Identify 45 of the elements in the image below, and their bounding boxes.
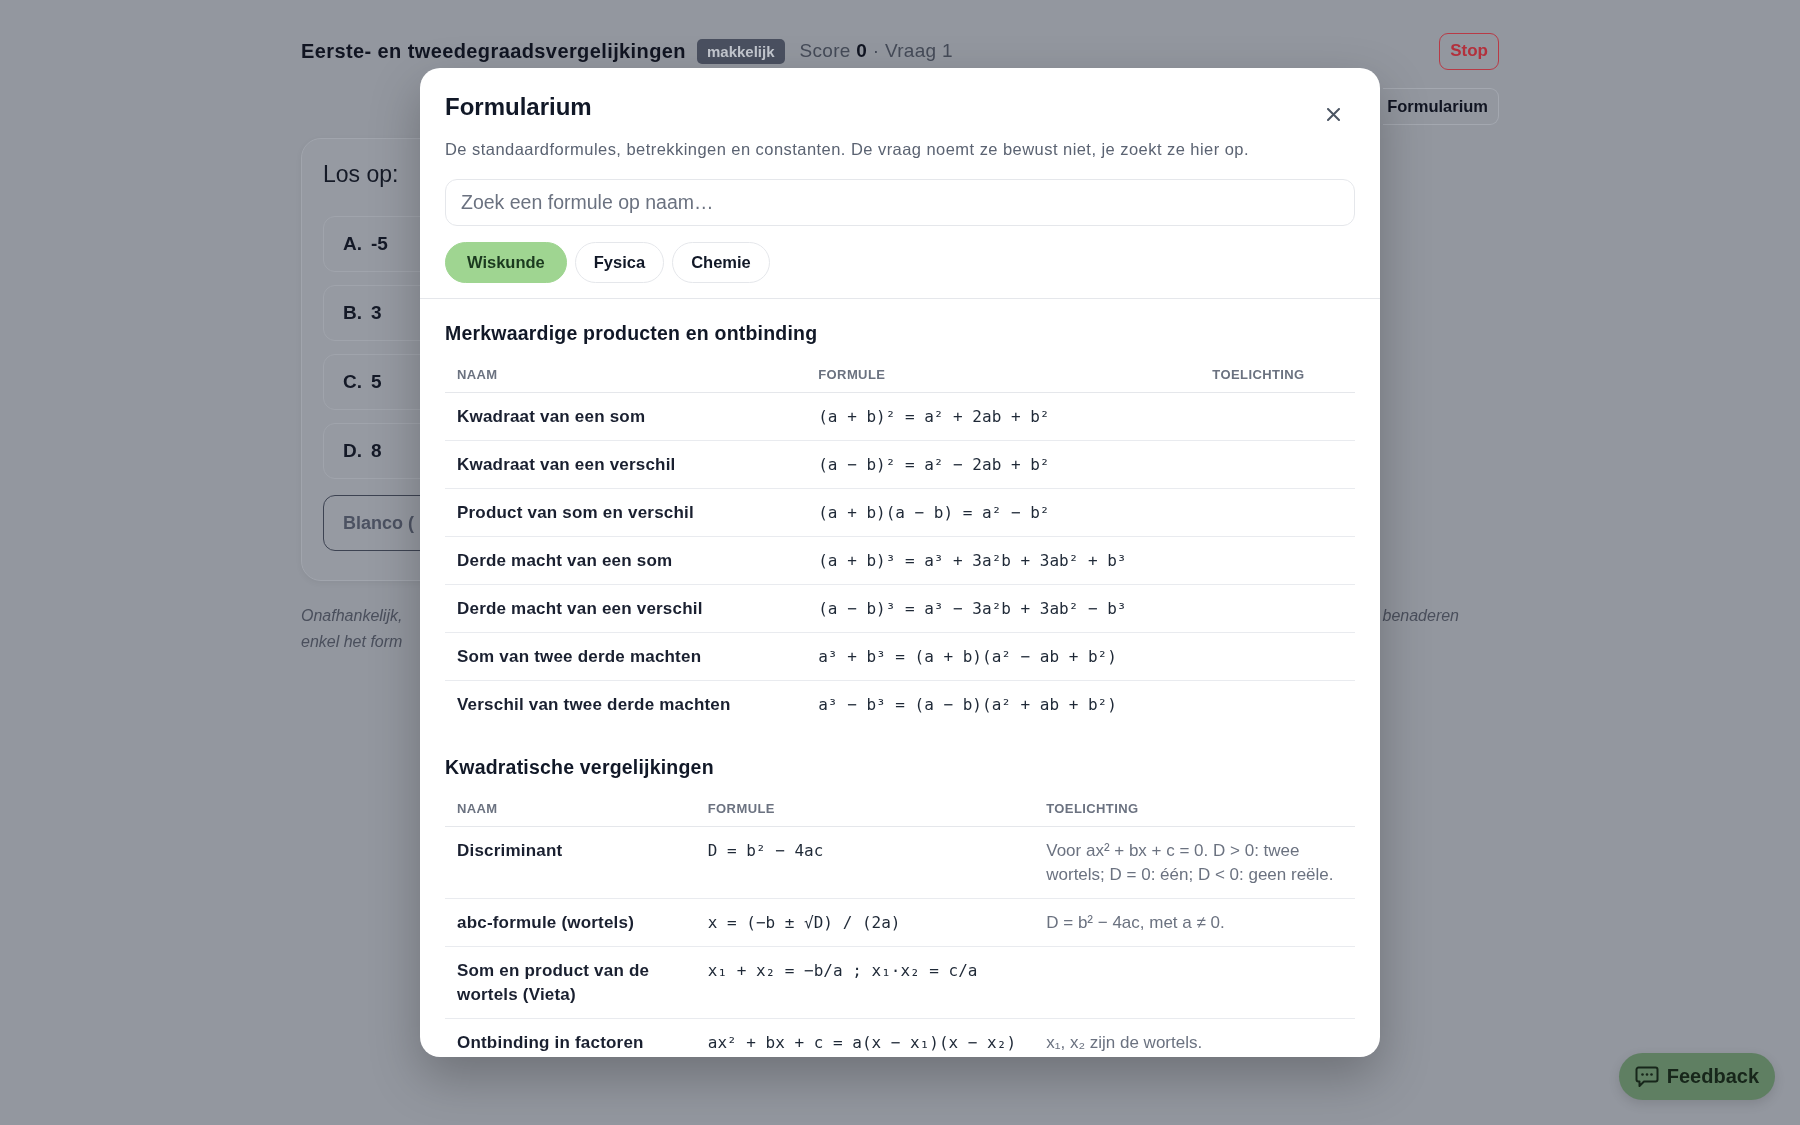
explanation-text: D = b² − 4ac, met a ≠ 0. (1046, 911, 1225, 934)
difficulty-badge: makkelijk (696, 38, 785, 64)
column-header: FORMULE (707, 801, 775, 816)
formula-expression: D = b² − 4ac (707, 839, 824, 862)
formula-name: Discriminant (457, 839, 563, 862)
formula-expression: a³ + b³ = (a + b)(a² − ab + b²) (818, 645, 1117, 668)
formula-name: Derde macht van een som (457, 549, 673, 572)
formula-expression: a³ − b³ = (a − b)(a² + ab + b²) (818, 693, 1117, 716)
formula-expression: ax² + bx + c = a(x − x₁)(x − x₂) (707, 1031, 1016, 1054)
formularium-button[interactable]: Formularium (1383, 88, 1499, 125)
question-text: Los op: (323, 160, 399, 189)
feedback-button[interactable]: Feedback (1618, 1053, 1775, 1100)
formula-expression: (a − b)² = a² − 2ab + b² (818, 453, 1050, 476)
formula-name: abc-formule (wortels) (457, 911, 635, 934)
formula-expression: x₁ + x₂ = −b/a ; x₁·x₂ = c/a (707, 959, 978, 982)
formula-name: Verschil van twee derde machten (457, 693, 731, 716)
column-header: TOELICHTING (1046, 801, 1139, 816)
close-icon (1327, 108, 1340, 121)
formula-expression: (a + b)² = a² + 2ab + b² (818, 405, 1050, 428)
category-tab[interactable]: Fysica (574, 242, 665, 283)
formula-expression: (a + b)³ = a³ + 3a²b + 3ab² + b³ (818, 549, 1127, 572)
dialog-title: Formularium (445, 92, 592, 122)
formula-expression: x = (−b ± √D) / (2a) (707, 911, 901, 934)
footnote-text: benaderen (1382, 606, 1459, 626)
column-header: TOELICHTING (1212, 367, 1305, 382)
chat-bubble-icon (1634, 1065, 1659, 1088)
score-text: Score 0 · Vraag 1 (799, 40, 953, 62)
formula-expression: (a + b)(a − b) = a² − b² (818, 501, 1050, 524)
quiz-title: Eerste- en tweedegraadsvergelijkingen (301, 39, 686, 63)
formula-expression: (a − b)³ = a³ − 3a²b + 3ab² − b³ (818, 597, 1127, 620)
footnote-text: enkel het form (301, 633, 403, 650)
category-tab[interactable]: Chemie (672, 242, 770, 283)
formula-name: Ontbinding in factoren (457, 1031, 644, 1054)
section-title: Kwadratische vergelijkingen (445, 755, 715, 779)
column-header: FORMULE (818, 367, 886, 382)
category-tab[interactable]: Wiskunde (445, 242, 567, 283)
footnote-text: Onafhankelijk, (301, 607, 403, 624)
formula-name: Derde macht van een verschil (457, 597, 703, 620)
search-field[interactable]: Zoek een formule op naam… (445, 179, 1355, 226)
column-header: NAAM (457, 801, 498, 816)
dialog-description: De standaardformules, betrekkingen en constanten. De vraag noemt ze bewust niet, je zoekt ze hier op. (445, 139, 1250, 160)
formula-name: Som van twee derde machten (457, 645, 702, 668)
explanation-text: Voor ax² + bx + c = 0. D > 0: twee wortels; D = 0: één; D < 0: geen reële. (1046, 839, 1335, 886)
formula-name: Som en product van de wortels (Vieta) (457, 959, 651, 1006)
explanation-text: x₁, x₂ zijn de wortels. (1046, 1031, 1203, 1054)
